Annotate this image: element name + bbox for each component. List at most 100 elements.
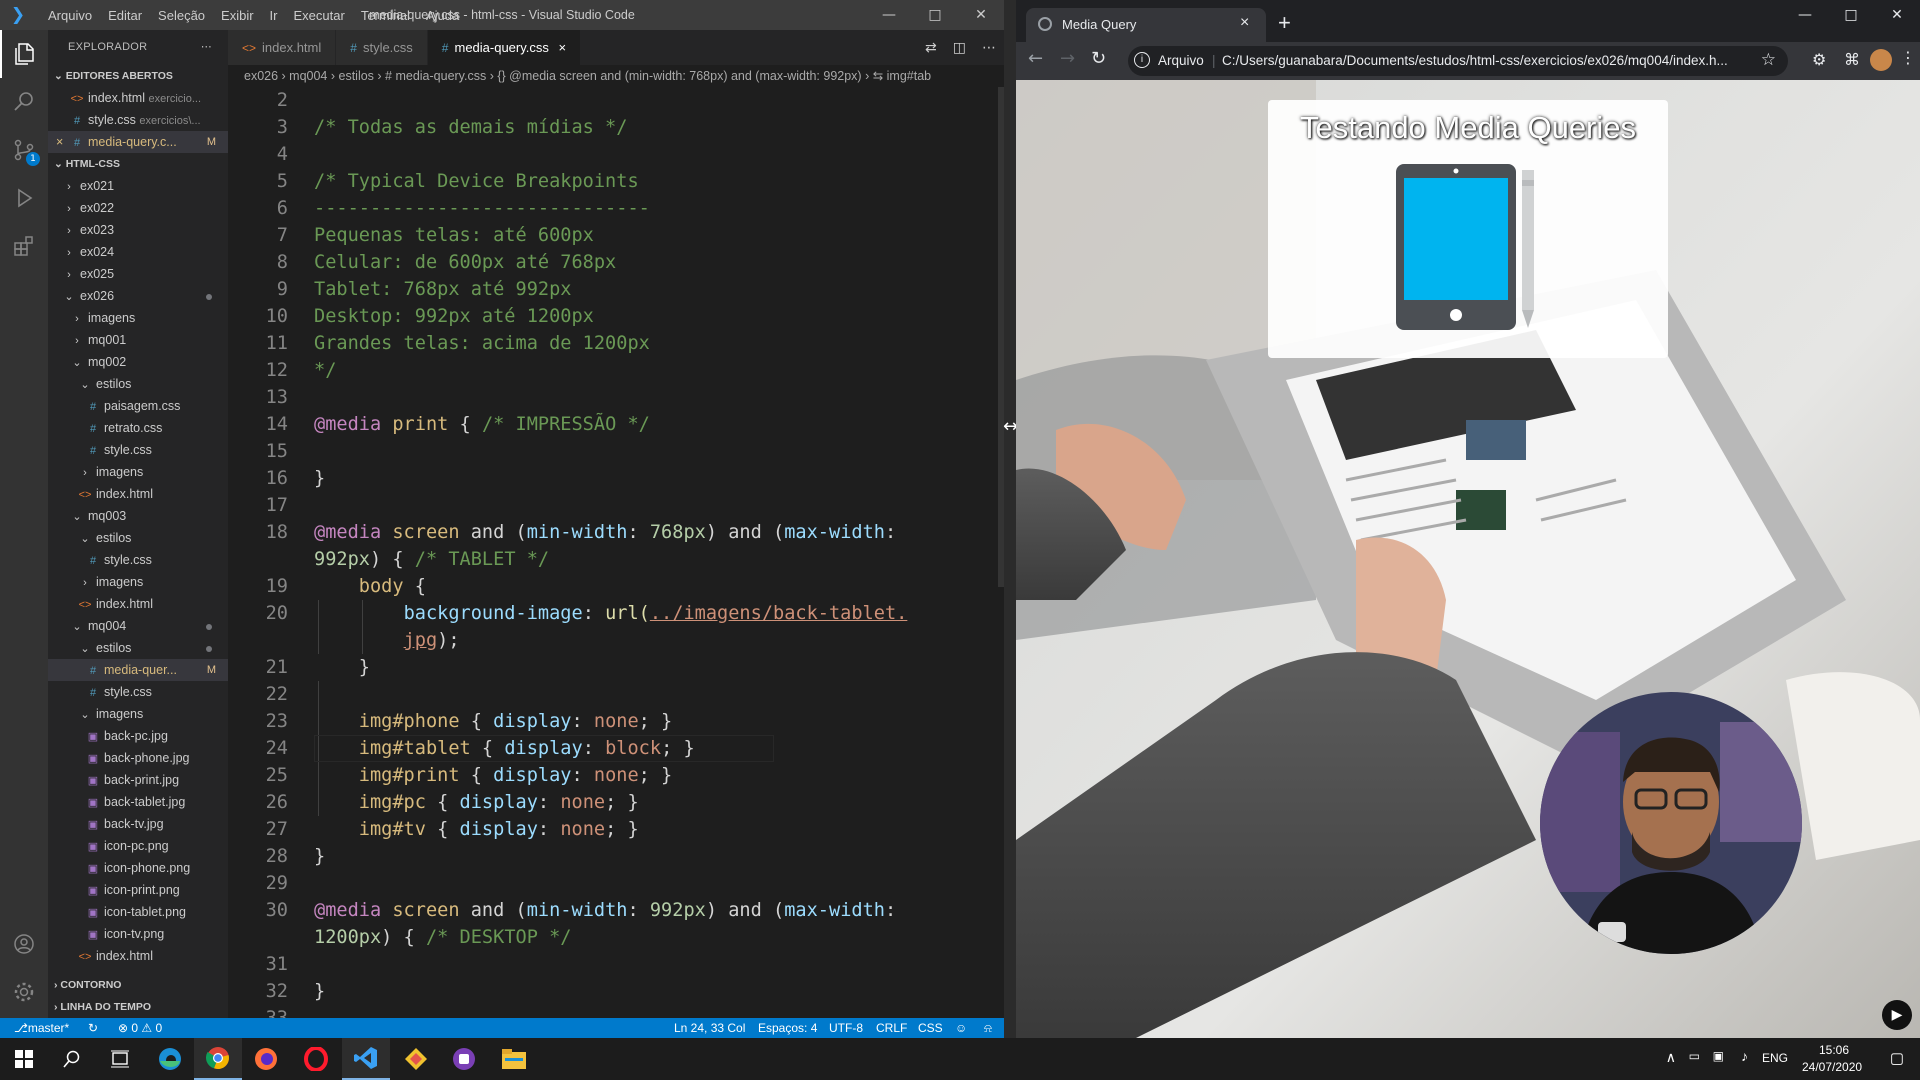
folder-item[interactable]: › ex022 (48, 197, 228, 219)
notifications-bell-icon[interactable]: ⍾ (984, 1018, 992, 1038)
file-explorer-icon[interactable] (490, 1038, 538, 1080)
settings-gear-icon[interactable] (0, 968, 48, 1016)
folder-item[interactable]: ⌄ imagens (48, 703, 228, 725)
menu-item[interactable]: Terminal (353, 8, 418, 23)
open-editors-section[interactable]: ⌄ EDITORES ABERTOS (48, 65, 228, 87)
code-line[interactable]: } (314, 978, 948, 1005)
outline-section[interactable]: › CONTORNO (48, 974, 228, 996)
menu-item[interactable]: Ajuda (418, 8, 467, 23)
extension-gear-icon[interactable]: ⚙ (1812, 50, 1826, 69)
search-icon[interactable] (0, 78, 48, 126)
breadcrumb[interactable]: ex026 › mq004 › estilos › # media-query.… (228, 65, 1004, 87)
file-item[interactable]: # media-quer... M (48, 659, 228, 681)
folder-item[interactable]: › ex024 (48, 241, 228, 263)
timeline-section[interactable]: › LINHA DO TEMPO (48, 996, 228, 1018)
folder-item[interactable]: › imagens (48, 571, 228, 593)
menu-item[interactable]: Exibir (213, 8, 262, 23)
address-bar[interactable]: i Arquivo | C:/Users/guanabara/Documents… (1128, 46, 1788, 76)
branch-indicator[interactable]: ⎇ master* (14, 1018, 69, 1038)
folder-item[interactable]: ⌄ mq002 (48, 351, 228, 373)
folder-item[interactable]: ⌄ estilos (48, 527, 228, 549)
firefox-icon[interactable] (242, 1038, 290, 1080)
edge-icon[interactable] (146, 1038, 194, 1080)
code-line[interactable] (314, 1005, 948, 1018)
file-item[interactable]: # retrato.css (48, 417, 228, 439)
search-icon[interactable] (48, 1038, 96, 1080)
clock-time[interactable]: 15:06 (1814, 1043, 1854, 1057)
file-item[interactable]: ▣ icon-tablet.png (48, 901, 228, 923)
open-changes-icon[interactable]: ⇄ (925, 40, 937, 56)
problems-indicator[interactable]: ⊗ 0 ⚠ 0 (118, 1018, 162, 1038)
folder-item[interactable]: ⌄ mq003 (48, 505, 228, 527)
app-icon[interactable] (440, 1038, 488, 1080)
folder-item[interactable]: › ex021 (48, 175, 228, 197)
clock-date[interactable]: 24/07/2020 (1802, 1060, 1862, 1074)
editor-tab[interactable]: <> index.html (228, 30, 337, 65)
code-line[interactable]: Desktop: 992px até 1200px (314, 303, 948, 330)
code-line[interactable]: @media screen and (min-width: 992px) and… (314, 897, 948, 924)
code-line[interactable] (314, 141, 948, 168)
code-text[interactable]: /* Todas as demais mídias */ /* Typical … (314, 87, 948, 1018)
file-item[interactable]: ▣ back-phone.jpg (48, 747, 228, 769)
more-icon[interactable]: ⋯ (982, 40, 996, 56)
folder-item[interactable]: › mq001 (48, 329, 228, 351)
window-splitter[interactable] (1004, 0, 1016, 1038)
encoding[interactable]: UTF-8 (829, 1018, 863, 1038)
reload-icon[interactable]: ↻ (1091, 48, 1106, 69)
menu-item[interactable]: Seleção (150, 8, 213, 23)
code-line[interactable]: img#tv { display: none; } (314, 816, 948, 843)
bookmark-star-icon[interactable]: ☆ (1761, 50, 1776, 70)
menu-item[interactable]: Ir (262, 8, 286, 23)
file-item[interactable]: ▣ back-tv.jpg (48, 813, 228, 835)
file-item[interactable]: <> index.html (48, 593, 228, 615)
start-windows-icon[interactable] (0, 1038, 48, 1080)
folder-item[interactable]: ⌄ estilos (48, 373, 228, 395)
close-icon[interactable]: ✕ (1874, 0, 1920, 30)
notifications-icon[interactable]: ▢ (1890, 1049, 1904, 1067)
file-item[interactable]: ▣ icon-phone.png (48, 857, 228, 879)
code-line[interactable]: } (314, 465, 948, 492)
folder-item[interactable]: ⌄ estilos (48, 637, 228, 659)
folder-item[interactable]: › imagens (48, 307, 228, 329)
file-item[interactable]: <> index.html (48, 945, 228, 967)
network-icon[interactable]: ▣ (1713, 1049, 1724, 1063)
code-line[interactable]: img#pc { display: none; } (314, 789, 948, 816)
code-editor[interactable]: 2 3 4 5 6 7 8 9 10 11 12 13 14 15 16 17 18 19 20 21 22 23 24 25… (228, 87, 948, 1018)
chrome-icon[interactable] (194, 1038, 242, 1080)
vscode-taskbar-icon[interactable] (342, 1038, 390, 1080)
new-tab-button[interactable]: + (1278, 10, 1291, 36)
file-item[interactable]: ▣ back-print.jpg (48, 769, 228, 791)
file-item[interactable]: <> index.html (48, 483, 228, 505)
battery-icon[interactable]: ▭ (1689, 1049, 1700, 1063)
code-line[interactable]: 992px) { /* TABLET */ (314, 546, 948, 573)
feedback-icon[interactable]: ☺ (955, 1018, 967, 1038)
code-line[interactable]: */ (314, 357, 948, 384)
split-editor-icon[interactable]: ◫ (953, 40, 966, 56)
file-item[interactable]: # style.css (48, 549, 228, 571)
code-line[interactable]: background-image: url(../imagens/back-ta… (314, 600, 948, 627)
file-item[interactable]: ▣ back-pc.jpg (48, 725, 228, 747)
file-item[interactable]: # paisagem.css (48, 395, 228, 417)
code-line[interactable]: jpg); (314, 627, 948, 654)
code-line[interactable] (314, 384, 948, 411)
end-of-line[interactable]: CRLF (876, 1018, 907, 1038)
maximize-icon[interactable]: □ (912, 0, 958, 30)
explorer-icon[interactable] (0, 30, 48, 78)
code-line[interactable]: /* Todas as demais mídias */ (314, 114, 948, 141)
menu-item[interactable]: Editar (100, 8, 150, 23)
tab-close-icon[interactable]: × (1240, 14, 1249, 32)
folder-item[interactable]: › ex023 (48, 219, 228, 241)
opera-icon[interactable] (292, 1038, 340, 1080)
language-mode[interactable]: CSS (918, 1018, 943, 1038)
extensions-puzzle-icon[interactable]: ⌘ (1844, 50, 1860, 69)
indentation[interactable]: Espaços: 4 (758, 1018, 817, 1038)
file-item[interactable]: ▣ back-tablet.jpg (48, 791, 228, 813)
file-item[interactable]: ▣ icon-print.png (48, 879, 228, 901)
chrome-menu-icon[interactable]: ⋮ (1900, 48, 1916, 67)
tray-expand-icon[interactable]: ∧ (1666, 1049, 1676, 1066)
tab-close-icon[interactable]: × (559, 40, 567, 55)
code-line[interactable] (314, 492, 948, 519)
folder-item[interactable]: › ex025 (48, 263, 228, 285)
open-editor-item[interactable]: <> index.html exercicio... (48, 87, 228, 109)
code-line[interactable] (314, 870, 948, 897)
